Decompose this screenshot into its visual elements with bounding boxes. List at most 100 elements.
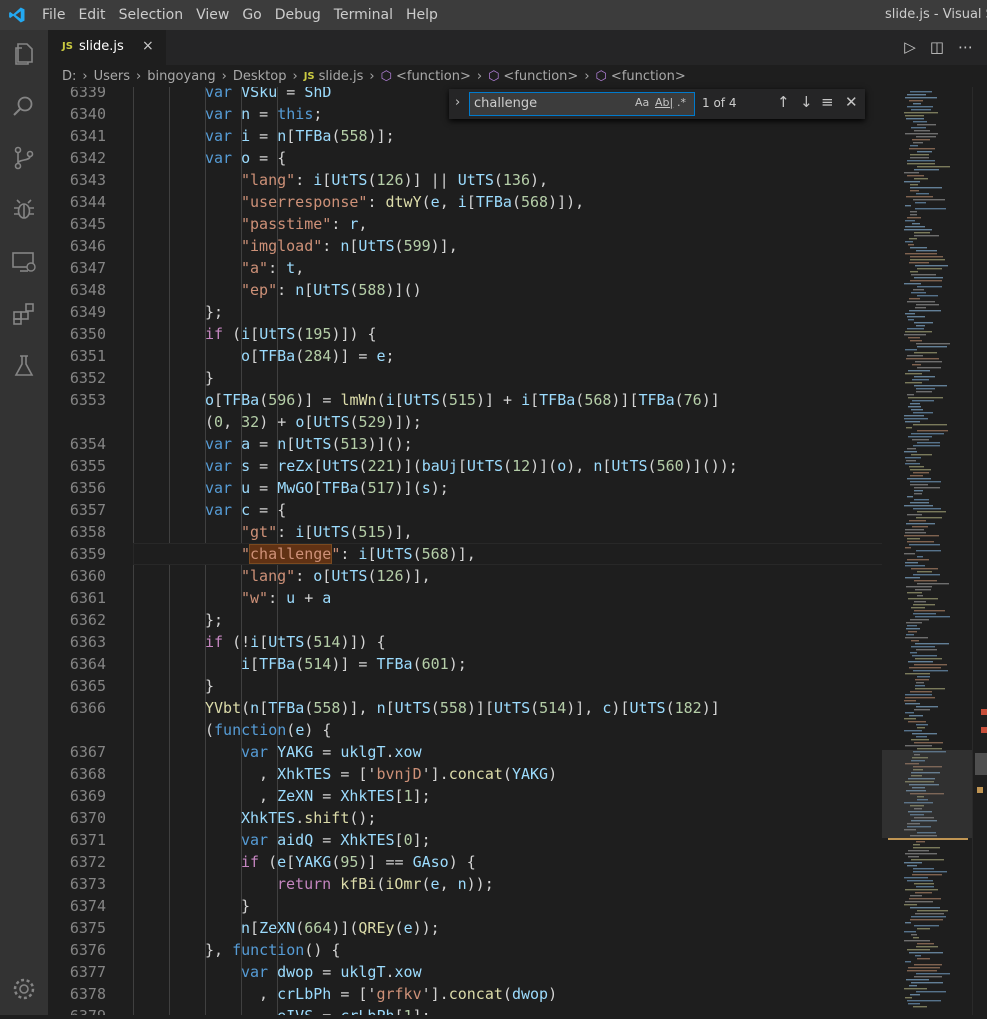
code-line[interactable]: 6362}; xyxy=(48,609,882,631)
remote-explorer-icon[interactable] xyxy=(10,248,38,276)
code-line[interactable]: 6358 "gt": i[UtTS(515)], xyxy=(48,521,882,543)
code-line[interactable]: 6369 , ZeXN = XhkTES[1]; xyxy=(48,785,882,807)
more-actions-icon[interactable]: ⋯ xyxy=(958,38,973,56)
find-in-selection-icon[interactable]: ≡ xyxy=(821,93,834,111)
menu-edit[interactable]: Edit xyxy=(78,7,105,23)
code-token: var xyxy=(205,87,242,101)
line-number: 6363 xyxy=(69,633,106,651)
code-line[interactable]: 6343 "lang": i[UtTS(126)] || UtTS(136), xyxy=(48,169,882,191)
match-case-icon[interactable]: Aa xyxy=(635,96,649,109)
code-editor[interactable]: 6339 var VSku = ShD 6340 var n = this; 6341 v… xyxy=(48,87,882,1015)
code-token: ( xyxy=(502,985,512,1003)
code-line[interactable]: 6345 "passtime": r, xyxy=(48,213,882,235)
code-line[interactable]: 6365} xyxy=(48,675,882,697)
code-line[interactable]: 6341 var i = n[TFBa(558)]; xyxy=(48,125,882,147)
menu-go[interactable]: Go xyxy=(242,7,261,23)
code-token: = { xyxy=(250,501,287,519)
settings-gear-icon[interactable] xyxy=(10,975,38,1003)
code-text: }, function() { xyxy=(205,939,340,961)
code-line[interactable]: 6352} xyxy=(48,367,882,389)
scrollbar-thumb[interactable] xyxy=(975,753,987,775)
code-line[interactable]: 6371 var aidQ = XhkTES[0]; xyxy=(48,829,882,851)
code-line[interactable]: 6366 YVbt(n[TFBa(558)], n[UtTS(558)][UtTS… xyxy=(48,697,882,719)
next-match-icon[interactable]: ↓ xyxy=(800,93,813,111)
code-line[interactable]: 6377 var dwop = uklgT.xow xyxy=(48,961,882,983)
breadcrumb-item[interactable]: <function> xyxy=(611,69,686,84)
code-line[interactable]: 6375 n[ZeXN(664)](QREy(e)); xyxy=(48,917,882,939)
testing-icon[interactable] xyxy=(10,352,38,380)
tab-label: slide.js xyxy=(79,39,124,54)
match-whole-word-icon[interactable]: Ab| xyxy=(655,96,673,109)
breadcrumb-item[interactable]: D: xyxy=(62,69,76,84)
code-line[interactable]: 6354 var a = n[UtTS(513)](); xyxy=(48,433,882,455)
code-line[interactable]: 6378 , crLbPh = ['grfkv'].concat(dwop) xyxy=(48,983,882,1005)
use-regex-icon[interactable]: .* xyxy=(677,96,686,109)
code-line[interactable]: 6344 "userresponse": dtwY(e, i[TFBa(568)]… xyxy=(48,191,882,213)
minimap-line xyxy=(906,628,920,630)
code-line[interactable]: (function(e) { xyxy=(48,719,882,741)
code-line[interactable]: 6376}, function() { xyxy=(48,939,882,961)
code-line[interactable]: 6346 "imgload": n[UtTS(599)], xyxy=(48,235,882,257)
code-line[interactable]: 6359 "challenge": i[UtTS(568)], xyxy=(48,543,882,565)
minimap-line xyxy=(906,118,924,120)
code-token: u xyxy=(286,589,296,607)
menu-debug[interactable]: Debug xyxy=(275,7,321,23)
breadcrumb-item[interactable]: bingoyang xyxy=(147,69,215,84)
vertical-scrollbar[interactable] xyxy=(972,87,987,1015)
code-line[interactable]: 6367 var YAKG = uklgT.xow xyxy=(48,741,882,763)
code-line[interactable]: 6348 "ep": n[UtTS(588)]() xyxy=(48,279,882,301)
minimap-line xyxy=(914,925,939,927)
tab-slide-js[interactable]: JS slide.js × xyxy=(48,30,166,65)
debug-icon[interactable] xyxy=(10,196,38,224)
code-line[interactable]: 6360 "lang": o[UtTS(126)], xyxy=(48,565,882,587)
minimap-line xyxy=(914,709,930,711)
run-icon[interactable]: ▷ xyxy=(904,38,916,56)
breadcrumb-item[interactable]: <function> xyxy=(396,69,471,84)
code-line[interactable]: 6355 var s = reZx[UtTS(221)](baUj[UtTS(12… xyxy=(48,455,882,477)
code-line[interactable]: 6347 "a": t, xyxy=(48,257,882,279)
menu-view[interactable]: View xyxy=(196,7,229,23)
toggle-replace-chevron-icon[interactable]: › xyxy=(455,95,460,110)
code-line[interactable]: 6363 if (!i[UtTS(514)]) { xyxy=(48,631,882,653)
code-token: bvnjD xyxy=(376,765,422,783)
breadcrumb-item[interactable]: Desktop xyxy=(233,69,287,84)
split-editor-icon[interactable]: ◫ xyxy=(930,38,944,56)
code-line[interactable]: 6361 "w": u + a xyxy=(48,587,882,609)
minimap-viewport-slider[interactable] xyxy=(882,750,972,838)
minimap-line xyxy=(905,532,926,534)
code-line[interactable]: 6357 var c = { xyxy=(48,499,882,521)
code-line[interactable]: 6350 if (i[UtTS(195)]) { xyxy=(48,323,882,345)
close-icon[interactable]: ✕ xyxy=(845,93,858,111)
minimap-line xyxy=(917,124,936,126)
extensions-icon[interactable] xyxy=(10,300,38,328)
code-line[interactable]: 6342 var o = { xyxy=(48,147,882,169)
code-line[interactable]: (0, 32) + o[UtTS(529)]); xyxy=(48,411,882,433)
code-token: : xyxy=(322,237,341,255)
breadcrumb-item[interactable]: <function> xyxy=(503,69,578,84)
source-control-icon[interactable] xyxy=(10,144,38,172)
code-line[interactable]: 6353 o[TFBa(596)] = lmWn(i[UtTS(515)] + i… xyxy=(48,389,882,411)
code-token: 664 xyxy=(304,919,332,937)
code-line[interactable]: 6374} xyxy=(48,895,882,917)
minimap[interactable] xyxy=(882,87,972,1015)
explorer-icon[interactable] xyxy=(10,40,38,68)
code-line[interactable]: 6351 o[TFBa(284)] = e; xyxy=(48,345,882,367)
code-token: TFBa xyxy=(223,391,260,409)
breadcrumb-item[interactable]: Users xyxy=(94,69,130,84)
code-line[interactable]: 6372 if (e[YAKG(95)] == GAso) { xyxy=(48,851,882,873)
search-icon[interactable] xyxy=(10,92,38,120)
code-line[interactable]: 6368 , XhkTES = ['bvnjD'].concat(YAKG) xyxy=(48,763,882,785)
menu-help[interactable]: Help xyxy=(406,7,438,23)
previous-match-icon[interactable]: ↑ xyxy=(777,93,790,111)
breadcrumb-item[interactable]: slide.js xyxy=(319,69,364,84)
code-line[interactable]: 6364 i[TFBa(514)] = TFBa(601); xyxy=(48,653,882,675)
menu-selection[interactable]: Selection xyxy=(119,7,184,23)
close-icon[interactable]: × xyxy=(142,38,154,54)
menu-file[interactable]: File xyxy=(42,7,65,23)
code-line[interactable]: 6379 , eIVS = crLbPh[1]; xyxy=(48,1005,882,1015)
menu-terminal[interactable]: Terminal xyxy=(334,7,393,23)
code-line[interactable]: 6356 var u = MwGO[TFBa(517)](s); xyxy=(48,477,882,499)
code-line[interactable]: 6349}; xyxy=(48,301,882,323)
code-line[interactable]: 6370 XhkTES.shift(); xyxy=(48,807,882,829)
code-line[interactable]: 6373 return kfBi(iOmr(e, n)); xyxy=(48,873,882,895)
